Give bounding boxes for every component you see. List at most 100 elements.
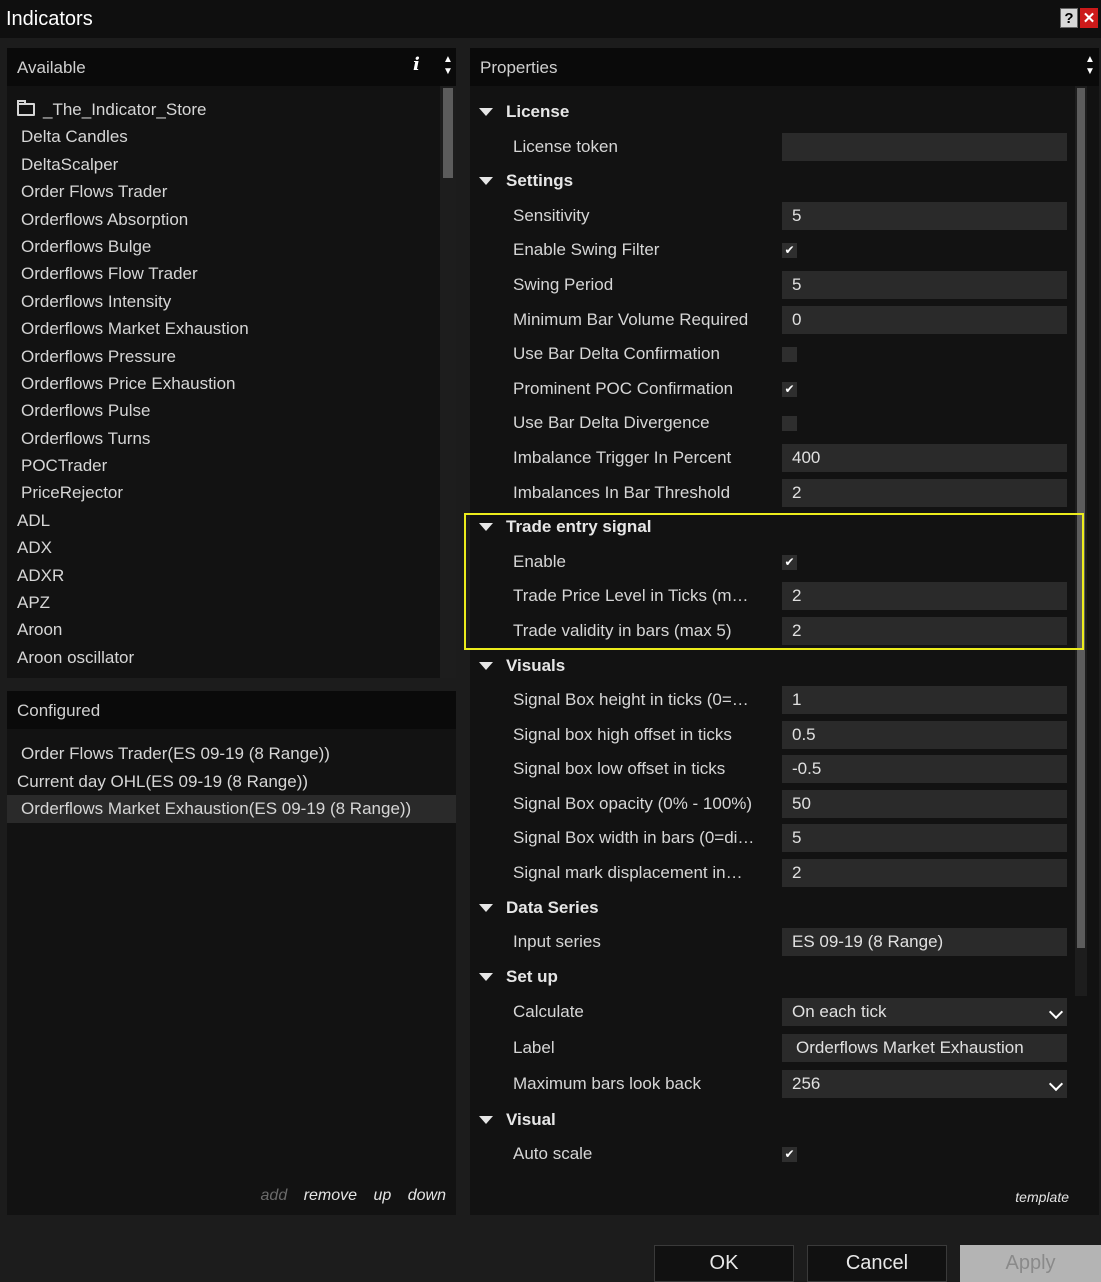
- list-item[interactable]: ADX: [7, 534, 427, 561]
- properties-header: Properties: [470, 48, 1099, 86]
- category-title: License: [506, 102, 570, 122]
- property-label: Signal Box opacity (0% - 100%): [513, 793, 753, 813]
- property-label: Imbalance Trigger In Percent: [513, 447, 732, 467]
- up-link[interactable]: up: [374, 1187, 392, 1204]
- list-item[interactable]: ADXR: [7, 562, 427, 589]
- property-grid: License License token Settings Sensitivi…: [470, 95, 1070, 1172]
- list-item[interactable]: Orderflows Pulse: [7, 397, 427, 424]
- available-list: _The_Indicator_Store Delta Candles Delta…: [7, 96, 427, 671]
- auto-scale-checkbox[interactable]: ✔: [782, 1147, 797, 1163]
- property-label: Swing Period: [513, 274, 614, 294]
- swing-period-input[interactable]: 5: [782, 270, 1067, 299]
- list-item[interactable]: Orderflows Bulge: [7, 233, 427, 260]
- property-label: Signal mark displacement in…: [513, 863, 743, 883]
- property-label: Prominent POC Confirmation: [513, 378, 734, 398]
- scrollbar-thumb[interactable]: [1077, 88, 1085, 948]
- opacity-input[interactable]: 50: [782, 789, 1067, 818]
- list-item[interactable]: Delta Candles: [7, 123, 427, 150]
- configured-item-selected[interactable]: Orderflows Market Exhaustion(ES 09-19 (8…: [7, 795, 456, 823]
- property-label: Signal Box height in ticks (0=…: [513, 690, 749, 710]
- folder-icon: [17, 100, 35, 117]
- mark-displacement-input[interactable]: 2: [782, 859, 1067, 888]
- list-item[interactable]: Aroon oscillator: [7, 644, 427, 671]
- configured-list: Order Flows Trader(ES 09-19 (8 Range)) C…: [7, 740, 456, 823]
- imbalance-threshold-input[interactable]: 2: [782, 478, 1067, 507]
- remove-link[interactable]: remove: [304, 1187, 357, 1204]
- scroll-arrows-icon[interactable]: ▲ ▼: [440, 48, 456, 86]
- configured-item[interactable]: Order Flows Trader(ES 09-19 (8 Range)): [7, 740, 456, 768]
- collapse-triangle-icon: [479, 177, 493, 186]
- info-icon[interactable]: i: [413, 54, 420, 75]
- category-visual[interactable]: Visual: [470, 1102, 1070, 1137]
- category-title: Set up: [506, 967, 558, 987]
- list-item[interactable]: APZ: [7, 589, 427, 616]
- list-item[interactable]: PriceRejector: [7, 479, 427, 506]
- signal-box-height-input[interactable]: 1: [782, 686, 1067, 715]
- high-offset-input[interactable]: 0.5: [782, 720, 1067, 749]
- list-item[interactable]: Orderflows Absorption: [7, 206, 427, 233]
- scrollbar-thumb[interactable]: [443, 88, 453, 178]
- list-item[interactable]: Orderflows Flow Trader: [7, 260, 427, 287]
- category-data-series[interactable]: Data Series: [470, 891, 1070, 926]
- max-bars-select[interactable]: 256: [782, 1070, 1067, 1099]
- trade-validity-input[interactable]: 2: [782, 616, 1067, 645]
- label-input[interactable]: Orderflows Market Exhaustion: [782, 1034, 1067, 1063]
- input-series-field[interactable]: ES 09-19 (8 Range): [782, 928, 1067, 957]
- chevron-down-icon: [1048, 1077, 1064, 1092]
- ok-button[interactable]: OK: [654, 1245, 794, 1282]
- box-width-input[interactable]: 5: [782, 824, 1067, 853]
- bar-delta-confirmation-checkbox[interactable]: [782, 347, 797, 363]
- list-item[interactable]: POCTrader: [7, 452, 427, 479]
- list-item[interactable]: Orderflows Intensity: [7, 288, 427, 315]
- folder-item[interactable]: _The_Indicator_Store: [7, 96, 427, 123]
- down-link[interactable]: down: [408, 1187, 446, 1204]
- properties-scrollbar[interactable]: [1075, 86, 1087, 996]
- category-visuals[interactable]: Visuals: [470, 649, 1070, 684]
- license-token-input[interactable]: [782, 132, 1067, 161]
- configured-actions: add remove up down: [249, 1187, 446, 1205]
- configured-item[interactable]: Current day OHL(ES 09-19 (8 Range)): [7, 768, 456, 796]
- swing-filter-checkbox[interactable]: ✔: [782, 243, 797, 259]
- scroll-arrows-icon[interactable]: ▲ ▼: [1082, 48, 1098, 86]
- apply-button[interactable]: Apply: [960, 1245, 1101, 1282]
- template-link[interactable]: template: [1015, 1189, 1069, 1205]
- available-scrollbar[interactable]: [440, 86, 456, 678]
- list-item[interactable]: ADL: [7, 507, 427, 534]
- help-button[interactable]: ?: [1060, 8, 1078, 28]
- category-set-up[interactable]: Set up: [470, 960, 1070, 995]
- poc-confirmation-checkbox[interactable]: ✔: [782, 381, 797, 397]
- add-link[interactable]: add: [261, 1187, 288, 1204]
- properties-panel: Properties ▲ ▼ License License token Sett…: [470, 48, 1099, 1215]
- collapse-triangle-icon: [479, 1115, 493, 1124]
- close-button[interactable]: ✕: [1080, 8, 1098, 28]
- bar-delta-divergence-checkbox[interactable]: [782, 416, 797, 432]
- property-label: Sensitivity: [513, 205, 590, 225]
- property-label: Maximum bars look back: [513, 1074, 702, 1094]
- category-title: Visuals: [506, 655, 566, 675]
- list-item[interactable]: Orderflows Pressure: [7, 343, 427, 370]
- cancel-button[interactable]: Cancel: [807, 1245, 947, 1282]
- min-bar-volume-input[interactable]: 0: [782, 305, 1067, 334]
- list-item[interactable]: Orderflows Turns: [7, 425, 427, 452]
- configured-title: Configured: [17, 701, 101, 720]
- configured-header: Configured: [7, 691, 456, 729]
- category-settings[interactable]: Settings: [470, 164, 1070, 199]
- list-item[interactable]: Order Flows Trader: [7, 178, 427, 205]
- trade-entry-enable-checkbox[interactable]: ✔: [782, 554, 797, 570]
- category-license[interactable]: License: [470, 95, 1070, 130]
- property-label: Input series: [513, 932, 601, 952]
- property-label: Imbalances In Bar Threshold: [513, 482, 731, 502]
- trade-price-level-input[interactable]: 2: [782, 582, 1067, 611]
- low-offset-input[interactable]: -0.5: [782, 755, 1067, 784]
- category-trade-entry-signal[interactable]: Trade entry signal: [470, 510, 1070, 545]
- category-title: Data Series: [506, 897, 599, 917]
- list-item[interactable]: DeltaScalper: [7, 151, 427, 178]
- calculate-select[interactable]: On each tick: [782, 998, 1067, 1027]
- list-item[interactable]: Orderflows Price Exhaustion: [7, 370, 427, 397]
- list-item[interactable]: Orderflows Market Exhaustion: [7, 315, 427, 342]
- property-label: Use Bar Delta Confirmation: [513, 344, 720, 364]
- property-label: Calculate: [513, 1002, 584, 1022]
- list-item[interactable]: Aroon: [7, 616, 427, 643]
- imbalance-trigger-input[interactable]: 400: [782, 443, 1067, 472]
- sensitivity-input[interactable]: 5: [782, 201, 1067, 230]
